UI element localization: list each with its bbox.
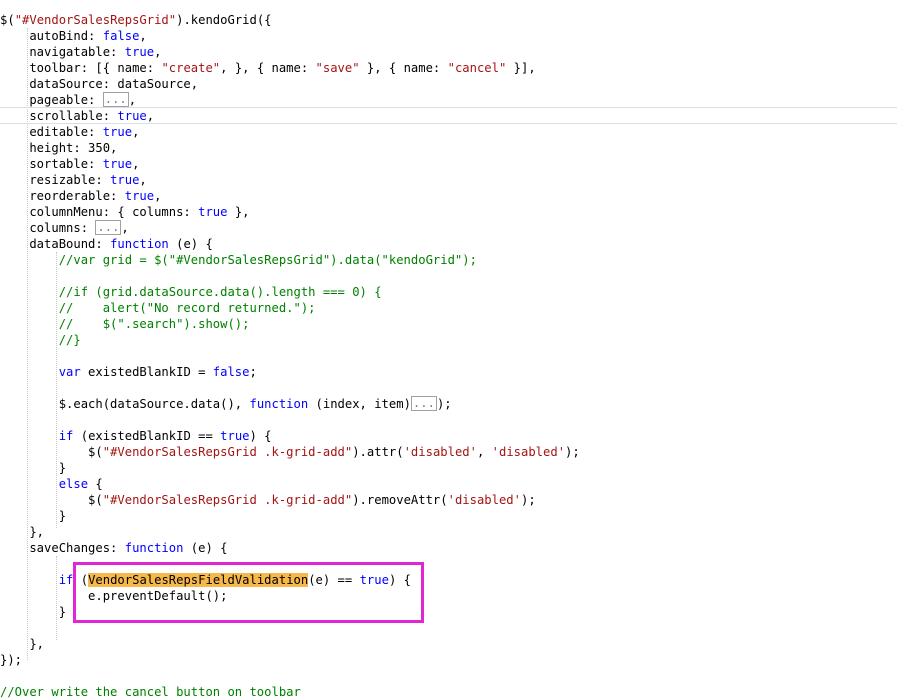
code-line: toolbar: [{ name: "create", }, { name: "… (0, 61, 536, 75)
code-line: if (existedBlankID == true) { (58, 429, 272, 443)
code-line: scrollable: true, (0, 109, 155, 123)
code-line: saveChanges: function (e) { (0, 541, 228, 555)
code-line: dataSource: dataSource, (0, 77, 199, 91)
code-line: $("#VendorSalesRepsGrid").kendoGrid({ (0, 13, 272, 27)
collapsed-region-button[interactable]: ... (410, 396, 437, 411)
code-line: else { (0, 477, 103, 491)
code-line: columnMenu: { columns: true }, (0, 205, 250, 219)
collapsed-region-button[interactable]: ... (102, 92, 129, 107)
code-line: }, (0, 525, 45, 539)
code-line: editable: true, (0, 125, 140, 139)
code-line: sortable: true, (0, 157, 140, 171)
code-line: pageable: ..., (0, 92, 137, 107)
collapsed-region-button[interactable]: ... (95, 220, 122, 235)
code-line: columns: ..., (0, 220, 129, 235)
code-comment: //Over write the cancel button on toolba… (0, 685, 301, 699)
code-line: } (0, 461, 67, 475)
code-comment: // alert("No record returned."); (0, 301, 316, 315)
code-comment: //if (grid.dataSource.data().length === … (0, 285, 382, 299)
code-comment: //} (0, 333, 81, 347)
code-line: autoBind: false, (0, 29, 147, 43)
code-line: dataBound: function (e) { (0, 237, 213, 251)
code-line: var existedBlankID = false; (58, 365, 257, 379)
code-editor[interactable]: $("#VendorSalesRepsGrid").kendoGrid({ au… (0, 0, 897, 699)
annotation-highlight-box (73, 562, 424, 623)
code-line: }, (0, 637, 45, 651)
code-line: $("#VendorSalesRepsGrid .k-grid-add").at… (0, 445, 580, 459)
code-comment: // $(".search").show(); (0, 317, 250, 331)
code-line: reorderable: true, (0, 189, 162, 203)
code-line: navigatable: true, (0, 45, 162, 59)
code-line: $("#VendorSalesRepsGrid .k-grid-add").re… (0, 493, 536, 507)
code-line: $.each(dataSource.data(), function (inde… (0, 396, 452, 411)
code-line: height: 350, (0, 141, 118, 155)
code-line: resizable: true, (0, 173, 147, 187)
code-line: }); (0, 653, 23, 667)
code-line: } (0, 509, 67, 523)
code-comment: //var grid = $("#VendorSalesRepsGrid").d… (0, 253, 477, 267)
